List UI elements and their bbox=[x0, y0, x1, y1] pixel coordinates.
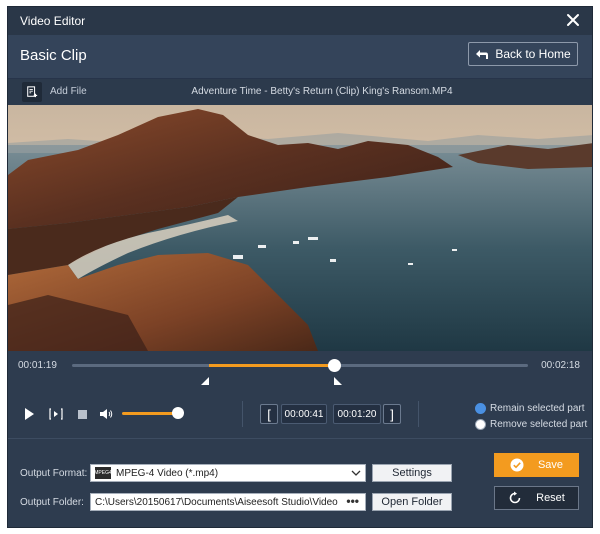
separator bbox=[418, 401, 419, 427]
stop-icon[interactable] bbox=[76, 408, 88, 420]
output-format-value: MPEG-4 Video (*.mp4) bbox=[116, 467, 219, 479]
volume-slider-thumb[interactable] bbox=[172, 407, 184, 419]
timeline-track[interactable] bbox=[72, 359, 528, 372]
play-icon[interactable] bbox=[22, 407, 36, 421]
back-arrow-icon bbox=[476, 50, 489, 59]
save-button[interactable]: Save bbox=[494, 453, 579, 477]
file-name: Adventure Time - Betty's Return (Clip) K… bbox=[191, 86, 453, 97]
remain-selected-option[interactable]: Remain selected part bbox=[475, 403, 585, 414]
clip-end-marker-icon[interactable] bbox=[334, 377, 343, 385]
start-time-field[interactable]: 00:00:41 bbox=[281, 404, 327, 424]
reset-button[interactable]: Reset bbox=[494, 486, 579, 510]
remain-selected-label: Remain selected part bbox=[490, 403, 585, 414]
browse-folder-icon[interactable]: ••• bbox=[346, 494, 359, 508]
remove-selected-option[interactable]: Remove selected part bbox=[475, 419, 587, 430]
remove-selected-label: Remove selected part bbox=[490, 419, 588, 430]
set-end-button[interactable]: ] bbox=[383, 404, 401, 424]
clip-start-marker-icon[interactable] bbox=[200, 377, 209, 385]
output-folder-field[interactable]: C:\Users\20150617\Documents\Aiseesoft St… bbox=[90, 493, 366, 511]
reset-label: Reset bbox=[536, 492, 565, 504]
playback-controls: [ 00:00:41 00:01:20 ] Remain selected pa… bbox=[8, 391, 592, 439]
title-bar: Video Editor bbox=[8, 7, 592, 35]
mpeg4-format-icon: MPEG4 bbox=[94, 467, 112, 479]
remain-selected-radio[interactable] bbox=[475, 403, 486, 414]
output-folder-value: C:\Users\20150617\Documents\Aiseesoft St… bbox=[95, 496, 338, 508]
output-panel: Output Format: MPEG4 MPEG-4 Video (*.mp4… bbox=[8, 439, 592, 527]
output-format-label: Output Format: bbox=[20, 468, 88, 479]
chevron-down-icon bbox=[351, 470, 361, 476]
window-title: Video Editor bbox=[20, 14, 86, 28]
separator bbox=[242, 401, 243, 427]
video-frame-image bbox=[8, 105, 592, 351]
output-format-select[interactable]: MPEG4 MPEG-4 Video (*.mp4) bbox=[90, 464, 366, 482]
current-time: 00:01:19 bbox=[18, 360, 57, 371]
check-circle-icon bbox=[510, 458, 524, 472]
reset-icon bbox=[509, 491, 521, 504]
timeline-playhead[interactable] bbox=[328, 359, 342, 372]
timeline: 00:01:19 00:02:18 bbox=[8, 351, 592, 391]
set-start-button[interactable]: [ bbox=[260, 404, 278, 424]
total-time: 00:02:18 bbox=[541, 360, 580, 371]
file-bar: Add File Adventure Time - Betty's Return… bbox=[8, 79, 592, 105]
video-preview bbox=[8, 105, 592, 351]
timeline-selection bbox=[208, 364, 335, 367]
save-label: Save bbox=[537, 459, 564, 471]
volume-slider[interactable] bbox=[122, 412, 178, 415]
video-editor-window: Video Editor Basic Clip Back to Home Add… bbox=[7, 6, 593, 528]
remove-selected-radio[interactable] bbox=[475, 419, 486, 430]
open-folder-button[interactable]: Open Folder bbox=[372, 493, 452, 511]
end-time-field[interactable]: 00:01:20 bbox=[333, 404, 381, 424]
volume-icon[interactable] bbox=[98, 407, 114, 421]
back-to-home-label: Back to Home bbox=[495, 47, 571, 61]
page-title: Basic Clip bbox=[20, 47, 87, 64]
output-folder-label: Output Folder: bbox=[20, 497, 84, 508]
frame-step-icon[interactable] bbox=[48, 407, 64, 421]
header: Basic Clip Back to Home bbox=[8, 35, 592, 79]
settings-button[interactable]: Settings bbox=[372, 464, 452, 482]
back-to-home-button[interactable]: Back to Home bbox=[468, 42, 578, 66]
close-icon[interactable] bbox=[566, 13, 580, 27]
